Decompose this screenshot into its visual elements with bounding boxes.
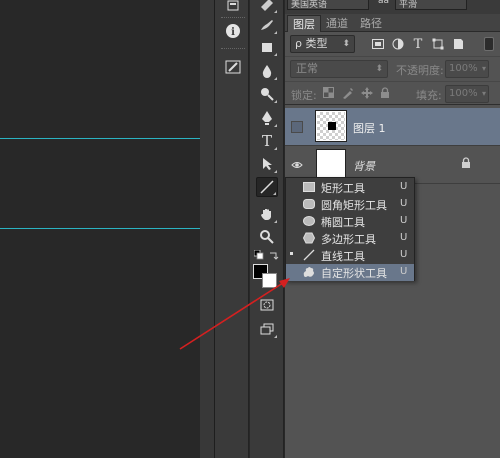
line-tool-icon[interactable] (256, 177, 278, 197)
info-icon-glyph: i (231, 27, 235, 38)
layer-filter-row: ρ 类型 ⬍ T (285, 33, 500, 55)
type-filter-glyph: T (413, 36, 423, 52)
tab-channels[interactable]: 通道 (321, 15, 353, 32)
blend-mode-value: 正常 (296, 62, 318, 75)
type-icon[interactable]: T (256, 131, 278, 151)
horizontal-guide-bottom[interactable] (0, 228, 200, 229)
blur-icon[interactable] (256, 61, 278, 81)
menu-item-label: 椭圆工具 (321, 216, 365, 229)
path-selection-icon[interactable] (256, 154, 278, 174)
lock-pixels-icon[interactable] (342, 87, 354, 102)
tab-paths[interactable]: 路径 (355, 15, 387, 32)
document-canvas[interactable] (0, 0, 200, 458)
menu-item-custom-shape-tool[interactable]: 自定形状工具 U (286, 264, 414, 281)
layer-row-layer1[interactable]: 图层 1 (285, 108, 500, 146)
custom-shape-tool-icon (302, 266, 316, 278)
eye-icon[interactable] (291, 159, 303, 171)
pen-icon[interactable] (256, 108, 278, 128)
rounded-rectangle-tool-icon (302, 198, 316, 210)
mini-separator (221, 48, 245, 50)
active-tool-bullet (290, 252, 293, 255)
screen-mode-icon[interactable] (256, 319, 278, 339)
lock-icon (461, 157, 471, 172)
background-color-swatch[interactable] (262, 273, 277, 288)
chevron-down-icon: ▾ (481, 89, 486, 98)
mini-separator (221, 17, 245, 19)
type-tool-glyph: T (261, 132, 272, 150)
lock-transparent-icon[interactable] (323, 87, 334, 101)
eraser-icon[interactable] (256, 37, 278, 57)
filter-kind-label: ρ 类型 (295, 37, 328, 50)
fill-label: 填充: (416, 89, 442, 102)
chevron-updown-icon: ⬍ (342, 39, 350, 49)
layer-thumbnail (315, 110, 347, 142)
swap-colors-icon[interactable] (269, 250, 279, 263)
filter-toggle-switch[interactable] (484, 37, 494, 51)
antialias-dropdown[interactable]: 平滑 (395, 0, 467, 10)
menu-item-label: 矩形工具 (321, 182, 365, 195)
menu-item-line-tool[interactable]: 直线工具 U (286, 247, 414, 264)
layer-name[interactable]: 背景 (353, 158, 375, 174)
hand-icon[interactable] (256, 204, 278, 224)
filter-kind-select[interactable]: ρ 类型 ⬍ (290, 35, 355, 53)
blend-row: 正常 ⬍ 不透明度: 100% ▾ (285, 56, 500, 80)
lock-row: 锁定: 填充: 100% ▾ (285, 81, 500, 105)
menu-item-polygon-tool[interactable]: 多边形工具 U (286, 230, 414, 247)
chevron-down-icon: ▾ (481, 64, 486, 73)
menu-item-rounded-rectangle-tool[interactable]: 圆角矩形工具 U (286, 196, 414, 213)
collapsed-panel-dock: i (215, 0, 249, 458)
menu-item-shortcut: U (400, 266, 408, 277)
panel-tabs: 图层 通道 路径 (285, 14, 500, 32)
brush-icon[interactable] (256, 15, 278, 35)
menu-item-label: 圆角矩形工具 (321, 199, 387, 212)
history-icon[interactable] (224, 0, 242, 14)
default-colors-icon[interactable] (253, 249, 264, 263)
menu-item-rectangle-tool[interactable]: 矩形工具 U (286, 179, 414, 196)
menu-item-shortcut: U (400, 232, 408, 243)
menu-item-shortcut: U (400, 215, 408, 226)
quick-mask-icon[interactable] (256, 295, 278, 315)
opacity-input[interactable]: 100% ▾ (445, 60, 489, 78)
chevron-updown-icon: ⬍ (375, 64, 383, 74)
menu-item-shortcut: U (400, 249, 408, 260)
shape-tool-flyout: 矩形工具 U 圆角矩形工具 U 椭圆工具 U 多边形工具 U 直线工具 U 自定… (285, 177, 415, 281)
shape-filter-icon[interactable] (431, 37, 445, 51)
image-filter-icon[interactable] (371, 37, 385, 51)
options-bar-fragment: 美国英语 aa 平滑 (285, 0, 500, 14)
line-tool-icon (302, 249, 316, 261)
horizontal-guide-top[interactable] (0, 138, 200, 139)
tab-layers[interactable]: 图层 (287, 15, 321, 32)
language-dropdown[interactable]: 美国英语 (287, 0, 369, 10)
menu-item-ellipse-tool[interactable]: 椭圆工具 U (286, 213, 414, 230)
menu-item-label: 多边形工具 (321, 233, 376, 246)
lock-all-icon[interactable] (380, 87, 390, 102)
dodge-icon[interactable] (256, 84, 278, 104)
visibility-toggle-off[interactable] (291, 121, 303, 133)
menu-item-shortcut: U (400, 181, 408, 192)
opacity-value: 100% (449, 63, 478, 74)
polygon-tool-icon (302, 232, 316, 244)
info-icon[interactable]: i (224, 22, 242, 40)
blend-mode-select[interactable]: 正常 ⬍ (290, 60, 388, 78)
opacity-label: 不透明度: (396, 64, 444, 77)
rectangle-tool-icon (302, 181, 316, 193)
lock-label: 锁定: (291, 89, 317, 102)
menu-item-shortcut: U (400, 198, 408, 209)
ellipse-tool-icon (302, 215, 316, 227)
layer-name[interactable]: 图层 1 (353, 120, 386, 136)
antialias-label: aa (378, 0, 390, 6)
brush-settings-icon[interactable] (224, 58, 242, 76)
healing-brush-icon[interactable] (256, 0, 278, 14)
tools-panel: T (250, 0, 284, 458)
zoom-icon[interactable] (256, 227, 278, 247)
menu-item-label: 自定形状工具 (321, 267, 387, 280)
fill-value: 100% (449, 88, 478, 99)
fill-input[interactable]: 100% ▾ (445, 85, 489, 103)
layer-thumbnail (316, 149, 346, 179)
smart-object-filter-icon[interactable] (451, 37, 465, 51)
adjustment-filter-icon[interactable] (391, 37, 405, 51)
lock-position-icon[interactable] (361, 87, 373, 102)
type-filter-icon[interactable]: T (411, 36, 425, 52)
menu-item-label: 直线工具 (321, 250, 365, 263)
